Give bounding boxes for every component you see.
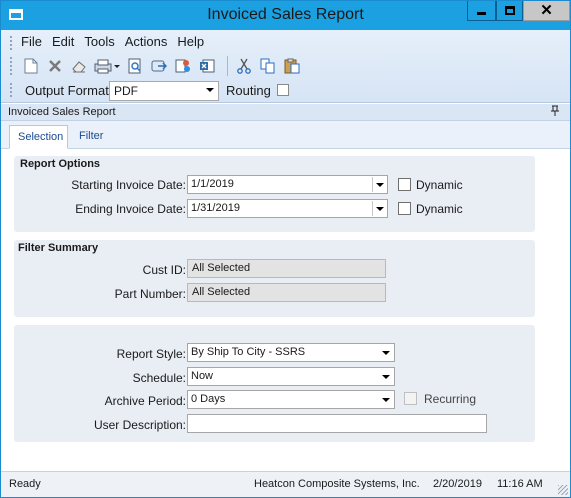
end-dynamic-checkbox[interactable] — [398, 202, 411, 215]
start-dynamic-label: Dynamic — [416, 178, 463, 192]
selection-panel: Report Options Starting Invoice Date: 1/… — [1, 149, 570, 469]
archive-period-value: 0 Days — [191, 393, 226, 405]
cut-icon[interactable] — [234, 56, 254, 76]
menu-tools[interactable]: Tools — [84, 34, 114, 49]
ending-invoice-date-label: Ending Invoice Date: — [75, 202, 186, 216]
title-bar[interactable]: Invoiced Sales Report ✕ — [1, 1, 570, 30]
print-preview-icon[interactable] — [125, 56, 145, 76]
copy-icon[interactable] — [258, 56, 278, 76]
user-description-input[interactable] — [187, 414, 487, 433]
report-style-value: By Ship To City - SSRS — [191, 346, 306, 358]
tab-filter[interactable]: Filter — [71, 125, 111, 149]
menu-bar: File Edit Tools Actions Help — [21, 34, 214, 49]
menu-file[interactable]: File — [21, 34, 42, 49]
pin-icon[interactable] — [550, 105, 560, 119]
status-bar: Ready Heatcon Composite Systems, Inc. 2/… — [1, 471, 570, 497]
menu-actions[interactable]: Actions — [125, 34, 168, 49]
status-time: 11:16 AM — [497, 478, 543, 490]
toolbar — [21, 56, 306, 76]
toolbar-separator — [227, 56, 228, 76]
status-text: Ready — [9, 478, 41, 490]
new-icon[interactable] — [21, 56, 41, 76]
cust-id-label: Cust ID: — [142, 263, 186, 277]
tab-selection[interactable]: Selection — [9, 125, 68, 149]
end-dynamic-label: Dynamic — [416, 202, 463, 216]
cust-id-field: All Selected — [187, 259, 386, 278]
start-dynamic-checkbox[interactable] — [398, 178, 411, 191]
close-icon: ✕ — [540, 2, 553, 19]
output-format-value: PDF — [114, 84, 138, 98]
routing-checkbox[interactable] — [277, 84, 289, 96]
report-style-label: Report Style: — [116, 347, 186, 361]
ending-invoice-date-value: 1/31/2019 — [191, 202, 240, 214]
output-format-select[interactable]: PDF — [109, 81, 219, 101]
resize-grip[interactable] — [558, 485, 568, 495]
tab-strip: Selection Filter — [1, 121, 570, 149]
part-number-field: All Selected — [187, 283, 386, 302]
close-button[interactable]: ✕ — [523, 1, 570, 21]
report-options-group: Report Options Starting Invoice Date: 1/… — [14, 156, 535, 232]
report-options-title: Report Options — [20, 158, 101, 170]
toolbar-gripper[interactable] — [10, 57, 13, 75]
calendar-dropdown-icon[interactable] — [372, 201, 386, 216]
archive-period-select[interactable]: 0 Days — [187, 390, 395, 409]
schedule-value: Now — [191, 370, 214, 382]
schedule-label: Schedule: — [132, 371, 186, 385]
starting-invoice-date-field[interactable]: 1/1/2019 — [187, 175, 388, 194]
toolbar-area: File Edit Tools Actions Help Output Form… — [1, 30, 570, 103]
user-description-label: User Description: — [93, 418, 186, 432]
output-format-label: Output Format: — [25, 83, 113, 98]
excel-icon[interactable] — [197, 56, 217, 76]
report-settings-group: Report Style: By Ship To City - SSRS Sch… — [14, 325, 535, 442]
menu-edit[interactable]: Edit — [52, 34, 74, 49]
schedule-select[interactable]: Now — [187, 367, 395, 386]
maximize-icon — [504, 6, 515, 15]
starting-invoice-date-value: 1/1/2019 — [191, 178, 234, 190]
maximize-button[interactable] — [496, 1, 523, 21]
format-gripper[interactable] — [10, 83, 13, 97]
menu-help[interactable]: Help — [177, 34, 204, 49]
chevron-down-icon — [379, 345, 393, 360]
eraser-icon[interactable] — [69, 56, 89, 76]
panel-title: Invoiced Sales Report — [8, 106, 116, 118]
paste-icon[interactable] — [282, 56, 302, 76]
chevron-down-icon — [206, 88, 214, 92]
print-icon[interactable] — [93, 56, 121, 76]
archive-period-label: Archive Period: — [104, 394, 186, 408]
report-style-select[interactable]: By Ship To City - SSRS — [187, 343, 395, 362]
ending-invoice-date-field[interactable]: 1/31/2019 — [187, 199, 388, 218]
routing-label: Routing — [226, 83, 271, 98]
minimize-button[interactable] — [467, 1, 496, 21]
starting-invoice-date-label: Starting Invoice Date: — [71, 178, 186, 192]
part-number-label: Part Number: — [114, 287, 186, 301]
send-icon[interactable] — [149, 56, 169, 76]
recurring-checkbox[interactable] — [404, 392, 417, 405]
status-date: 2/20/2019 — [433, 478, 482, 490]
filter-summary-title: Filter Summary — [18, 242, 99, 254]
recurring-label: Recurring — [424, 392, 477, 406]
generate-icon[interactable] — [173, 56, 193, 76]
chevron-down-icon — [379, 369, 393, 384]
panel-header: Invoiced Sales Report — [1, 104, 570, 121]
chevron-down-icon — [379, 392, 393, 407]
app-window: Invoiced Sales Report ✕ File Edit Tools … — [0, 0, 571, 498]
filter-summary-group: Filter Summary Cust ID: All Selected Par… — [14, 240, 535, 317]
minimize-icon — [477, 12, 486, 15]
menu-gripper[interactable] — [10, 36, 13, 50]
calendar-dropdown-icon[interactable] — [372, 177, 386, 192]
delete-icon[interactable] — [45, 56, 65, 76]
company-name: Heatcon Composite Systems, Inc. — [254, 478, 420, 490]
